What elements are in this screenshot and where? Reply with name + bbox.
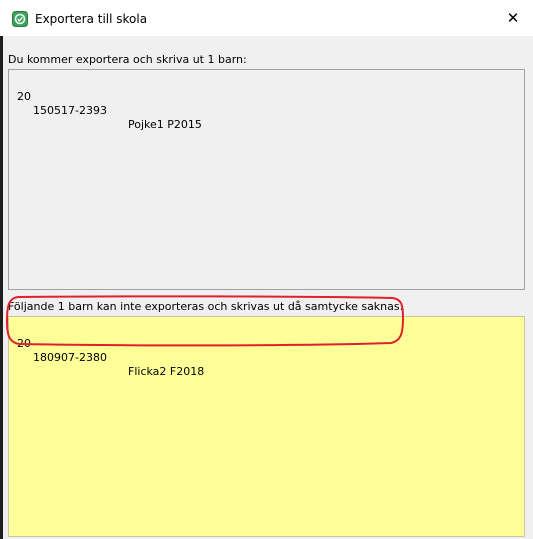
title-bar: Exportera till skola ✕: [0, 0, 533, 36]
child-name: Flicka2 F2018: [128, 365, 205, 378]
close-icon: ✕: [506, 9, 520, 27]
window-title: Exportera till skola: [35, 12, 148, 26]
child-name: Pojke1 P2015: [128, 118, 202, 131]
missing-consent-list[interactable]: 20 180907-2380 Flicka2 F2018: [8, 316, 525, 537]
export-label: Du kommer exportera och skriva ut 1 barn…: [8, 53, 247, 66]
close-button[interactable]: ✕: [493, 0, 533, 36]
missing-consent-label: Följande 1 barn kan inte exporteras och …: [8, 300, 404, 313]
list-item[interactable]: 20 150517-2393 Pojke1 P2015: [17, 76, 202, 131]
list-item[interactable]: 20 180907-2380 Flicka2 F2018: [17, 323, 204, 378]
child-id: 180907-2380: [33, 351, 107, 364]
child-number: 20: [17, 90, 31, 103]
export-dialog: Exportera till skola ✕ Du kommer exporte…: [0, 0, 533, 539]
export-list[interactable]: 20 150517-2393 Pojke1 P2015: [8, 69, 525, 290]
child-id: 150517-2393: [33, 104, 107, 117]
window-edge: [0, 36, 3, 539]
app-logo-icon: [12, 11, 28, 27]
child-number: 20: [17, 337, 31, 350]
